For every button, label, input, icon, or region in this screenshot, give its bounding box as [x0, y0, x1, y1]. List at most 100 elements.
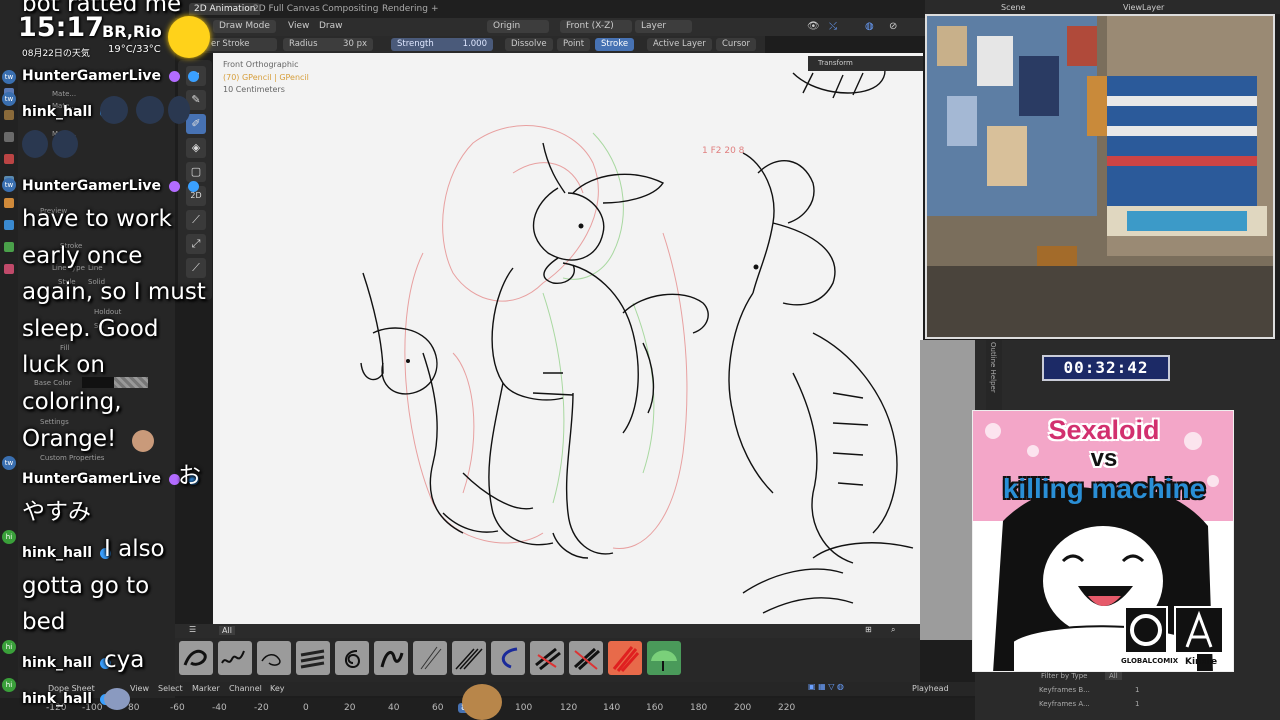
brush-pen-icon[interactable]	[218, 641, 252, 675]
chat-message-line: again, so I must	[22, 279, 206, 305]
modifier-tab-icon[interactable]	[4, 220, 14, 230]
view-name: Front Orthographic	[223, 60, 299, 69]
line-tool-icon[interactable]: ⤢	[186, 234, 206, 254]
tool-settings-bar: er Stroke Radius 30 px Strength 1.000 Di…	[175, 36, 765, 53]
brush-smooth-icon[interactable]	[647, 641, 681, 675]
object-tab-icon[interactable]	[4, 198, 14, 208]
brush-pencil-soft-icon[interactable]	[413, 641, 447, 675]
output-tab-icon[interactable]	[4, 132, 14, 142]
properties-tab-strip	[0, 80, 18, 690]
layer-dropdown[interactable]: Layer	[635, 20, 692, 33]
chat-message-line: gotta go to	[22, 573, 150, 599]
keyframes-before-value[interactable]: 1	[1135, 686, 1139, 694]
shelf-view-icon[interactable]: ⊞	[865, 625, 872, 634]
timeline-channel-menu[interactable]: Channel	[229, 684, 262, 693]
draw-menu[interactable]: Draw	[319, 21, 343, 31]
tab-compositing[interactable]: Compositing	[322, 4, 378, 14]
emote-icon	[104, 688, 130, 710]
xray-icon[interactable]: ⊘	[889, 21, 897, 32]
radius-field[interactable]: Radius 30 px	[283, 38, 373, 51]
brush-pencil-icon[interactable]	[257, 641, 291, 675]
brush-ink-rough-icon[interactable]	[374, 641, 408, 675]
chat-message-line: sleep. Good	[22, 316, 159, 342]
timeline-view-menu[interactable]: View	[130, 684, 149, 693]
ruler-tick: 120	[560, 703, 578, 713]
outline-helper-tab[interactable]: Outline Helper	[986, 340, 1002, 410]
emote-icon	[136, 96, 164, 124]
timeline-ruler[interactable]: -120 -100 80 -60 -40 -20 0 20 40 60 80 1…	[0, 698, 1035, 720]
timeline-header: Dope Sheet View Select Marker Channel Ke…	[0, 682, 1035, 696]
active-tool-dropdown[interactable]: er Stroke	[205, 38, 277, 51]
chat-avatar: tw	[2, 70, 16, 84]
viewport-edge	[920, 340, 975, 640]
emote-icon	[52, 130, 78, 158]
clock-city: BR,Rio	[102, 22, 162, 41]
brush-ink-icon[interactable]	[179, 641, 213, 675]
badge-icon	[168, 70, 180, 82]
view-menu[interactable]: View	[288, 21, 309, 31]
chat-avatar: tw	[2, 178, 16, 192]
scene-selector[interactable]: Scene	[1001, 3, 1025, 12]
brush-line-icon[interactable]	[491, 641, 525, 675]
timeline-filter-icon[interactable]: ▣ ▦ ▽ ◍	[808, 682, 844, 691]
stroke-mode-button[interactable]: Stroke	[595, 38, 635, 51]
keyframes-before-label: Keyframes B...	[1039, 686, 1090, 694]
transform-panel-tab[interactable]: Transform	[808, 56, 923, 71]
strength-field[interactable]: Strength 1.000	[391, 38, 493, 51]
brushes-all-tab[interactable]: All	[219, 626, 235, 635]
dissolve-button[interactable]: Dissolve	[505, 38, 553, 51]
point-mode-button[interactable]: Point	[557, 38, 591, 51]
filter-type-dropdown[interactable]: All	[1105, 672, 1122, 680]
tab-add-workspace[interactable]: +	[431, 4, 439, 14]
chat-avatar: hi	[2, 530, 16, 544]
brush-marker-bold-icon[interactable]	[530, 641, 564, 675]
origin-dropdown[interactable]: Origin	[487, 20, 549, 33]
visibility-icon[interactable]: 👁	[807, 21, 820, 32]
timeline-key-menu[interactable]: Key	[270, 684, 285, 693]
shelf-search-icon[interactable]: ⌕	[891, 625, 895, 635]
timeline-marker-menu[interactable]: Marker	[192, 684, 220, 693]
overlay-icon[interactable]: ◍	[865, 21, 874, 32]
viewport-sketch-note: 1 F2 20 8	[702, 146, 745, 156]
render-tab-icon[interactable]	[4, 110, 14, 120]
brush-marker-icon[interactable]	[296, 641, 330, 675]
timeline-select-menu[interactable]: Select	[158, 684, 183, 693]
chat-username: HunterGamerLive	[22, 471, 199, 487]
keyframes-after-label: Keyframes A...	[1039, 700, 1090, 708]
scene-tab-icon[interactable]	[4, 154, 14, 164]
globalcomix-label: GLOBALCOMIX	[1121, 657, 1179, 665]
tab-rendering[interactable]: Rendering	[382, 4, 428, 14]
erase-tool-icon[interactable]: ✐	[186, 114, 206, 134]
chat-message-line: early once	[22, 243, 143, 269]
view-layer-selector[interactable]: ViewLayer	[1123, 3, 1164, 12]
gizmo-icon[interactable]: ⤯	[829, 21, 837, 32]
material-tab-icon[interactable]	[4, 264, 14, 274]
keyframes-after-value[interactable]: 1	[1135, 700, 1139, 708]
ruler-tick: 160	[646, 703, 664, 713]
brush-airbrush-icon[interactable]	[335, 641, 369, 675]
data-tab-icon[interactable]	[4, 242, 14, 252]
viewport-canvas[interactable]	[213, 53, 923, 638]
brush-hatch-icon[interactable]	[452, 641, 486, 675]
ruler-tick: -60	[170, 703, 185, 713]
chat-message-text: bot ratted me	[22, 0, 182, 17]
ruler-tick: 100	[515, 703, 533, 713]
brush-marker-chisel-icon[interactable]	[569, 641, 603, 675]
ruler-tick: 180	[690, 703, 708, 713]
chat-message-line: have to work	[22, 206, 172, 232]
tab-2d-full-canvas[interactable]: 2D Full Canvas	[253, 4, 320, 14]
menu-icon[interactable]: ☰	[189, 625, 196, 634]
playhead-dropdown[interactable]: Playhead	[912, 684, 949, 693]
fill-tool-icon[interactable]: ◈	[186, 138, 206, 158]
username-text: hink_hall	[22, 655, 93, 671]
brush-fill-active-icon[interactable]	[608, 641, 642, 675]
front-plane-dropdown[interactable]: Front (X-Z)	[560, 20, 632, 33]
active-layer-button[interactable]: Active Layer	[647, 38, 712, 51]
chat-message-line: cya	[104, 647, 145, 673]
comic-title-vs: vs	[1090, 445, 1118, 472]
cursor-dropdown[interactable]: Cursor	[716, 38, 756, 51]
material-slot-1[interactable]: Mate...	[52, 90, 76, 98]
chat-username: HunterGamerLive	[22, 178, 199, 194]
eyedropper-tool-icon[interactable]: ⟋	[186, 210, 206, 230]
mode-dropdown[interactable]: Draw Mode	[213, 20, 276, 33]
